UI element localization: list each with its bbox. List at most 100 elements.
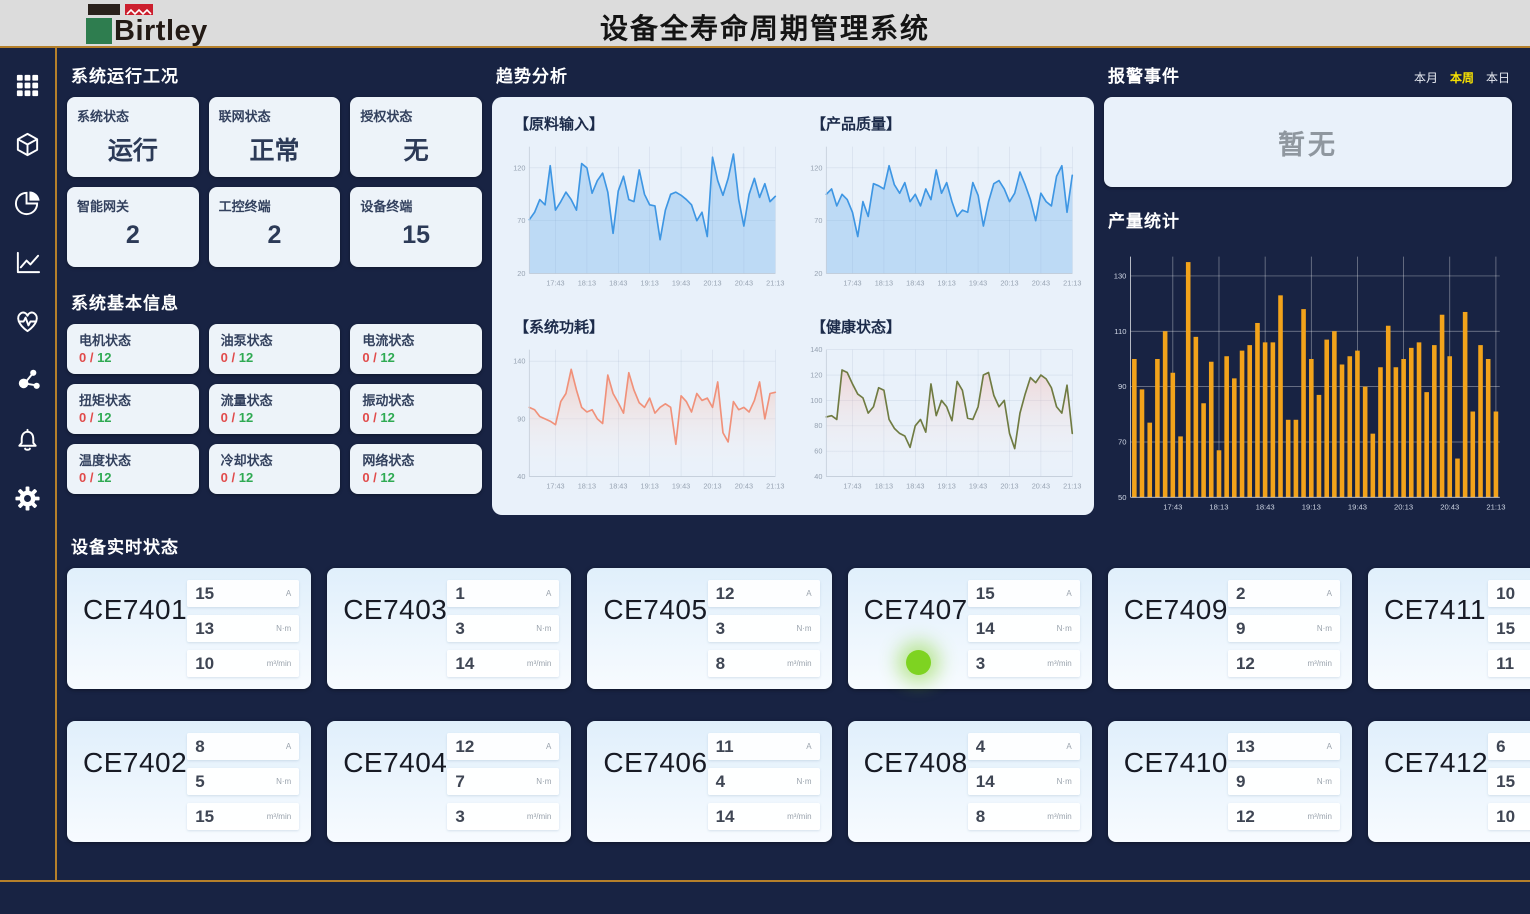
device-card[interactable]: CE7412 6A 15N·m 10m³/min [1368, 721, 1530, 842]
system-info-title: 系统基本信息 [71, 289, 482, 314]
svg-text:20:43: 20:43 [735, 481, 753, 490]
metric-unit: A [286, 589, 291, 598]
metric-unit: m³/min [267, 659, 291, 668]
alarm-tab[interactable]: 本周 [1450, 69, 1474, 86]
svg-text:19:13: 19:13 [938, 278, 956, 287]
metric-value: 12 [716, 584, 735, 604]
card-label: 扭矩状态 [79, 390, 187, 409]
svg-text:18:13: 18:13 [875, 278, 893, 287]
metric-unit: N·m [1057, 777, 1072, 786]
info-total: 12 [380, 410, 394, 425]
device-metric: 3m³/min [968, 650, 1080, 677]
device-name: CE7408 [864, 747, 968, 830]
sidebar [0, 48, 57, 880]
card-label: 电机状态 [79, 330, 187, 349]
device-card[interactable]: CE7402 8A 5N·m 15m³/min [67, 721, 311, 842]
device-card[interactable]: CE7410 13A 9N·m 12m³/min [1108, 721, 1352, 842]
info-card: 流量状态 0 / 12 [209, 384, 341, 434]
card-label: 冷却状态 [221, 450, 329, 469]
info-card: 电流状态 0 / 12 [350, 324, 482, 374]
device-metric: 14N·m [968, 768, 1080, 795]
device-card[interactable]: CE7401 15A 13N·m 10m³/min [67, 568, 311, 689]
svg-text:20:43: 20:43 [735, 278, 753, 287]
info-total: 12 [239, 350, 253, 365]
metric-value: 4 [976, 737, 985, 757]
metric-stack: 6A 15N·m 10m³/min [1488, 733, 1530, 830]
metric-unit: A [1066, 742, 1071, 751]
device-card[interactable]: CE7408 4A 14N·m 8m³/min [848, 721, 1092, 842]
trend-chart: 14012010080604017:4318:1318:4319:1319:43… [799, 337, 1084, 499]
info-current: 0 / [79, 410, 97, 425]
svg-text:80: 80 [814, 421, 822, 430]
info-total: 12 [380, 350, 394, 365]
info-total: 12 [97, 350, 111, 365]
pie-chart-icon[interactable] [13, 188, 43, 218]
device-metric: 2A [1228, 580, 1340, 607]
device-metric: 10A [1488, 580, 1530, 607]
health-pulse-icon[interactable] [13, 306, 43, 336]
svg-text:20:13: 20:13 [1000, 278, 1018, 287]
svg-text:21:13: 21:13 [1063, 278, 1081, 287]
device-card[interactable]: CE7406 11A 4N·m 14m³/min [587, 721, 831, 842]
info-card: 油泵状态 0 / 12 [209, 324, 341, 374]
svg-text:90: 90 [517, 414, 525, 423]
metric-value: 12 [1236, 654, 1255, 674]
svg-text:21:13: 21:13 [1063, 481, 1081, 490]
device-card[interactable]: CE7407 15A 14N·m 3m³/min [848, 568, 1092, 689]
alarm-tab[interactable]: 本月 [1414, 69, 1438, 86]
metric-value: 1 [455, 584, 464, 604]
device-metric: 12A [447, 733, 559, 760]
card-label: 油泵状态 [221, 330, 329, 349]
device-card[interactable]: CE7405 12A 3N·m 8m³/min [587, 568, 831, 689]
svg-text:21:13: 21:13 [1486, 503, 1505, 512]
svg-text:19:13: 19:13 [641, 278, 659, 287]
chart-title: 【系统功耗】 [514, 316, 787, 337]
status-card: 智能网关 2 [67, 187, 199, 267]
device-metric: 15A [968, 580, 1080, 607]
metric-unit: A [286, 742, 291, 751]
molecule-icon[interactable] [13, 365, 43, 395]
main-content: 系统运行工况 系统状态 运行 联网状态 正常 授权状态 无 智能网关 2 工控终… [57, 48, 1530, 880]
alarm-empty-card: 暂无 [1104, 97, 1512, 187]
status-indicator [906, 650, 931, 675]
chart-title: 【产品质量】 [811, 113, 1084, 134]
info-grid: 电机状态 0 / 12 油泵状态 0 / 12 电流状态 0 / 12 扭矩状态… [67, 324, 482, 494]
status-card: 工控终端 2 [209, 187, 341, 267]
device-metric: 15 A [187, 580, 299, 607]
gear-icon[interactable] [13, 483, 43, 513]
metric-unit: N·m [1317, 624, 1332, 633]
device-metric: 15N·m [1488, 615, 1530, 642]
svg-text:140: 140 [513, 357, 525, 366]
card-label: 振动状态 [362, 390, 470, 409]
device-card[interactable]: CE7403 1A 3N·m 14m³/min [327, 568, 571, 689]
device-metric: 4N·m [708, 768, 820, 795]
bell-icon[interactable] [13, 424, 43, 454]
line-chart-icon[interactable] [13, 247, 43, 277]
device-metric: 10m³/min [187, 650, 299, 677]
card-value: 无 [360, 131, 472, 167]
device-card[interactable]: CE7411 10A 15N·m 11m³/min [1368, 568, 1530, 689]
device-card[interactable]: CE7409 2A 9N·m 12m³/min [1108, 568, 1352, 689]
info-total: 12 [380, 470, 394, 485]
device-name: CE7405 [603, 594, 707, 677]
card-label: 流量状态 [221, 390, 329, 409]
device-metric: 5N·m [187, 768, 299, 795]
metric-unit: m³/min [1047, 812, 1071, 821]
devices-section: 设备实时状态 CE7401 15A 13N·m 10m³/min CE7403 … [67, 533, 1512, 858]
device-name: CE7410 [1124, 747, 1228, 830]
device-metric: 11m³/min [1488, 650, 1530, 677]
device-name: CE7401 [83, 594, 187, 677]
card-label: 智能网关 [77, 196, 189, 215]
svg-text:21:13: 21:13 [766, 481, 784, 490]
info-card: 扭矩状态 0 / 12 [67, 384, 199, 434]
apps-grid-icon[interactable] [13, 70, 43, 100]
cube-3d-icon[interactable] [13, 129, 43, 159]
card-label: 系统状态 [77, 106, 189, 125]
metric-value: 3 [455, 619, 464, 639]
device-metric: 4A [968, 733, 1080, 760]
svg-text:70: 70 [814, 216, 822, 225]
alarm-tab[interactable]: 本日 [1486, 69, 1510, 86]
device-card[interactable]: CE7404 12A 7N·m 3m³/min [327, 721, 571, 842]
device-metric: 3m³/min [447, 803, 559, 830]
metric-value: 15 [195, 584, 214, 604]
